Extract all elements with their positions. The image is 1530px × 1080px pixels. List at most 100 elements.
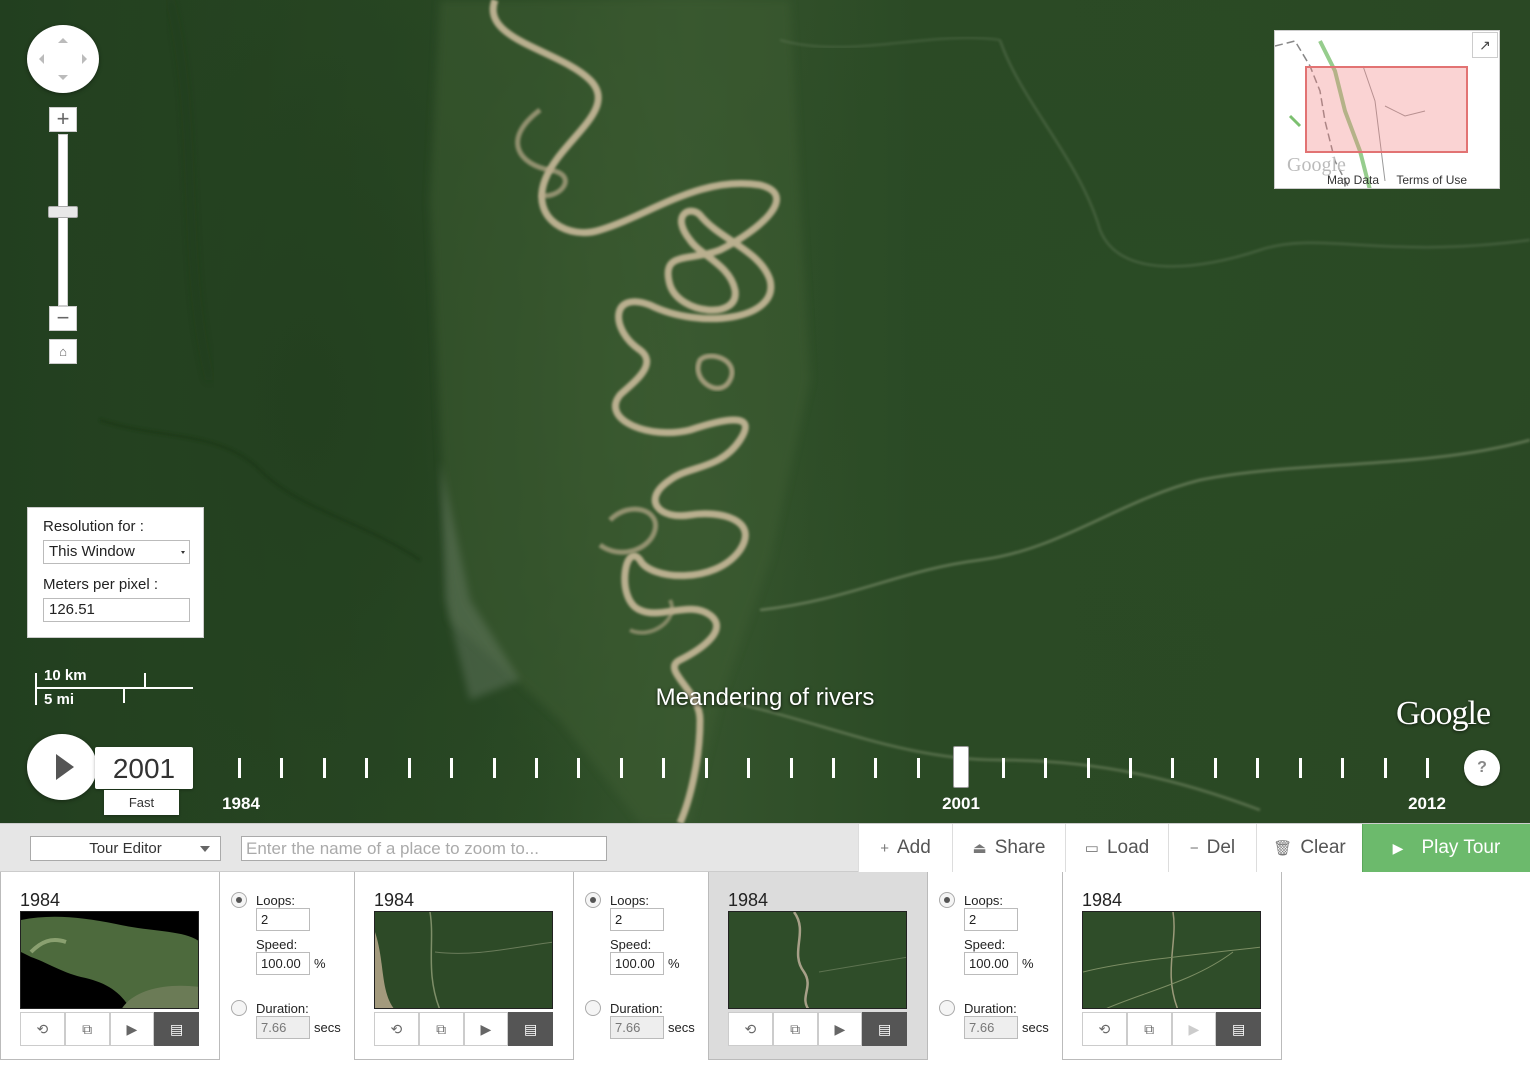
- duration-radio[interactable]: [231, 1000, 247, 1016]
- timeline-slider[interactable]: 1984 2001 2012: [200, 740, 1460, 820]
- pan-right-icon[interactable]: [82, 54, 92, 64]
- timeline-tick[interactable]: [1426, 758, 1429, 778]
- loops-radio[interactable]: [939, 892, 955, 908]
- timeline-tick[interactable]: [704, 758, 708, 778]
- timeline-tick[interactable]: [747, 758, 751, 778]
- timeline-tick[interactable]: [407, 758, 411, 778]
- pan-up-icon[interactable]: [58, 33, 68, 43]
- loops-field[interactable]: 2: [256, 908, 310, 931]
- timeline-tick[interactable]: [1383, 758, 1387, 778]
- resolution-select[interactable]: This Window: [43, 540, 190, 564]
- help-button[interactable]: ?: [1464, 750, 1500, 786]
- terms-of-use-link[interactable]: Terms of Use: [1396, 173, 1467, 187]
- timeline-tick[interactable]: [1086, 758, 1090, 778]
- duration-radio[interactable]: [585, 1000, 601, 1016]
- caption-icon[interactable]: ▤: [508, 1012, 553, 1046]
- duration-field[interactable]: 7.66: [964, 1016, 1018, 1039]
- caption-icon[interactable]: ▤: [154, 1012, 199, 1046]
- speed-field[interactable]: 100.00: [964, 952, 1018, 975]
- zoom-in-button[interactable]: +: [49, 107, 77, 132]
- timeline-tick[interactable]: [280, 758, 284, 778]
- meters-per-pixel-field[interactable]: 126.51: [43, 598, 190, 622]
- refresh-icon[interactable]: ⟲: [20, 1012, 65, 1046]
- timeline-tick[interactable]: [450, 758, 454, 778]
- timeline-tick[interactable]: [1129, 758, 1132, 778]
- play-icon[interactable]: ▶: [109, 1012, 155, 1046]
- loops-field[interactable]: 2: [610, 908, 664, 931]
- timeline-tick[interactable]: [1298, 758, 1302, 778]
- keyframe-card[interactable]: 1984 ⟲ ⧉ ▶ ▤: [1062, 872, 1282, 1060]
- duplicate-icon[interactable]: ⧉: [1126, 1012, 1172, 1046]
- timeline-tick[interactable]: [619, 758, 623, 778]
- timeline-tick[interactable]: [662, 758, 666, 778]
- play-icon[interactable]: ▶: [463, 1012, 509, 1046]
- minimap-viewport[interactable]: [1305, 66, 1468, 153]
- zoom-out-button[interactable]: −: [49, 306, 77, 331]
- loops-field[interactable]: 2: [964, 908, 1018, 931]
- duplicate-icon[interactable]: ⧉: [418, 1012, 464, 1046]
- keyframe-card[interactable]: 1984 ⟲ ⧉ ▶ ▤: [0, 872, 220, 1060]
- play-icon[interactable]: ▶: [817, 1012, 863, 1046]
- keyframe-thumbnail[interactable]: [20, 911, 199, 1009]
- pan-left-icon[interactable]: [34, 54, 44, 64]
- zoom-slider-handle[interactable]: [48, 206, 78, 218]
- speed-toggle-button[interactable]: Fast: [104, 790, 179, 815]
- play-tour-button[interactable]: ▶ Play Tour: [1362, 824, 1530, 872]
- timeline-tick[interactable]: [1213, 758, 1217, 778]
- map-data-link[interactable]: Map Data: [1327, 173, 1379, 187]
- timeline-tick[interactable]: [535, 758, 538, 778]
- play-icon[interactable]: [27, 734, 97, 800]
- load-button[interactable]: ▭ Load: [1065, 824, 1168, 872]
- timeline-tick[interactable]: [492, 758, 496, 778]
- pan-down-icon[interactable]: [58, 75, 68, 85]
- timeline-handle[interactable]: [953, 746, 970, 788]
- timeline-tick[interactable]: [916, 758, 920, 778]
- refresh-icon[interactable]: ⟲: [374, 1012, 419, 1046]
- keyframe-toolbar: ⟲ ⧉ ▶ ▤: [374, 1012, 553, 1046]
- timeline-tick[interactable]: [365, 758, 369, 778]
- refresh-icon[interactable]: ⟲: [728, 1012, 773, 1046]
- clear-button[interactable]: 🗑 Clear: [1256, 824, 1362, 872]
- duration-field[interactable]: 7.66: [256, 1016, 310, 1039]
- speed-field[interactable]: 100.00: [256, 952, 310, 975]
- duplicate-icon[interactable]: ⧉: [772, 1012, 818, 1046]
- keyframe-thumbnail[interactable]: [1082, 911, 1261, 1009]
- keyframe-thumbnail[interactable]: [374, 911, 553, 1009]
- refresh-icon[interactable]: ⟲: [1082, 1012, 1127, 1046]
- expand-icon[interactable]: ↗: [1472, 32, 1498, 58]
- share-button[interactable]: ⏏ Share: [952, 824, 1065, 872]
- timeline-tick[interactable]: [874, 758, 878, 778]
- pan-control[interactable]: [27, 25, 99, 93]
- timeline-tick[interactable]: [577, 758, 581, 778]
- speed-field[interactable]: 100.00: [610, 952, 664, 975]
- home-button[interactable]: ⌂: [49, 339, 77, 364]
- caption-icon[interactable]: ▤: [862, 1012, 907, 1046]
- delete-button[interactable]: − Del: [1168, 824, 1256, 872]
- timeline-tick[interactable]: [789, 758, 793, 778]
- keyframe-card[interactable]: 1984 ⟲ ⧉ ▶ ▤: [354, 872, 574, 1060]
- speed-label: Speed:: [610, 937, 652, 952]
- timeline-tick[interactable]: [1171, 758, 1175, 778]
- timeline-tick[interactable]: [1044, 758, 1048, 778]
- timeline-tick[interactable]: [1001, 758, 1005, 778]
- zoom-slider-track[interactable]: [58, 134, 68, 306]
- duplicate-icon[interactable]: ⧉: [64, 1012, 110, 1046]
- timeline-tick[interactable]: [832, 758, 835, 778]
- timelapse-map[interactable]: + − ⌂ Resolution for : This Window Meter…: [0, 0, 1530, 823]
- overview-minimap[interactable]: ↗ Google Map Data Terms of Use: [1274, 30, 1500, 189]
- loops-radio[interactable]: [585, 892, 601, 908]
- duration-radio[interactable]: [939, 1000, 955, 1016]
- timeline-tick[interactable]: [238, 758, 241, 778]
- play-icon[interactable]: ▶: [1171, 1012, 1217, 1046]
- timeline-tick[interactable]: [322, 758, 326, 778]
- timeline-tick[interactable]: [1256, 758, 1260, 778]
- caption-icon[interactable]: ▤: [1216, 1012, 1261, 1046]
- loops-radio[interactable]: [231, 892, 247, 908]
- keyframe-thumbnail[interactable]: [728, 911, 907, 1009]
- duration-field[interactable]: 7.66: [610, 1016, 664, 1039]
- place-search-input[interactable]: [241, 836, 607, 861]
- mode-select[interactable]: Tour Editor: [30, 836, 221, 861]
- add-button[interactable]: + Add: [858, 824, 952, 872]
- timeline-tick[interactable]: [1341, 758, 1345, 778]
- keyframe-card[interactable]: 1984 ⟲ ⧉ ▶ ▤: [708, 872, 928, 1060]
